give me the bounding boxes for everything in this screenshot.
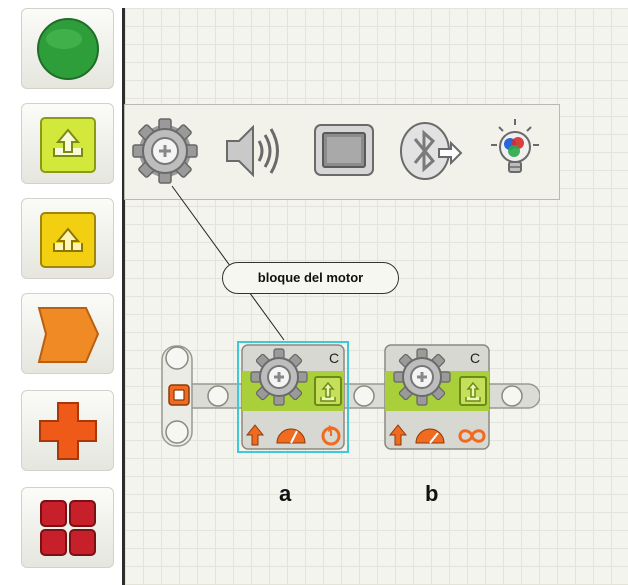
palette-data-button[interactable]	[21, 390, 114, 471]
flow-blocks-icon	[37, 307, 100, 363]
display-screen-icon[interactable]	[311, 113, 381, 193]
program-canvas[interactable]	[125, 8, 628, 585]
port-letter: C	[470, 350, 480, 366]
palette-common-button[interactable]	[21, 8, 114, 89]
palette-flow-button[interactable]	[21, 293, 114, 374]
lamp-bulb-icon[interactable]	[483, 113, 553, 193]
bluetooth-send-icon[interactable]	[395, 113, 465, 193]
action-blocks-icon	[40, 117, 96, 173]
callout-label: bloque del motor	[222, 262, 399, 294]
motor-block[interactable]: C	[382, 341, 494, 453]
block-a-label: a	[279, 481, 292, 506]
data-blocks-icon	[39, 402, 97, 460]
block-b-label: b	[425, 481, 439, 506]
port-letter: C	[329, 350, 339, 366]
sound-speaker-icon[interactable]	[215, 113, 285, 193]
motor-gear-icon[interactable]	[131, 113, 201, 193]
block-palette	[0, 0, 125, 585]
action-flyout	[124, 104, 560, 200]
sensor-blocks-icon	[40, 212, 96, 268]
motor-block[interactable]: C	[237, 341, 349, 453]
motor-gear-icon	[393, 348, 451, 406]
motor-gear-icon	[250, 348, 308, 406]
palette-sensor-button[interactable]	[21, 198, 114, 279]
green-circle-icon	[37, 18, 99, 80]
palette-advanced-button[interactable]	[21, 487, 114, 568]
advanced-blocks-icon	[40, 500, 96, 556]
palette-action-button[interactable]	[21, 103, 114, 184]
